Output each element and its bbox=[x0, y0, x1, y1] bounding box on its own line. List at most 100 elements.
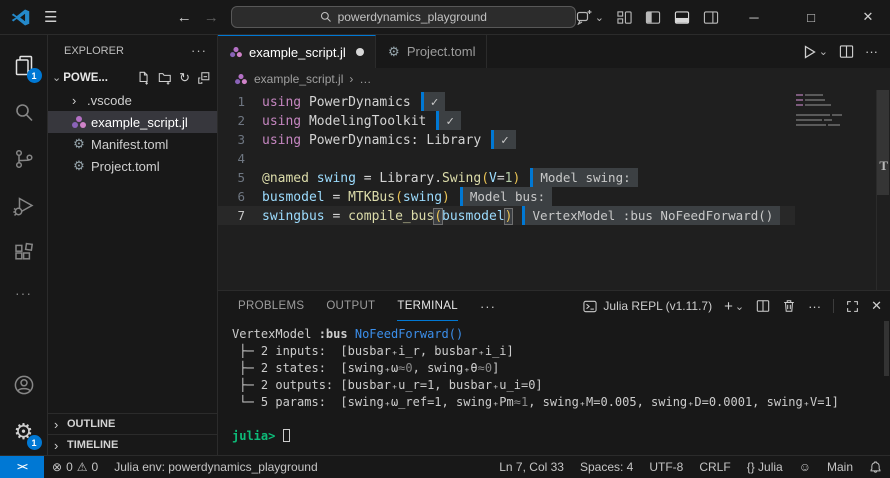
chevron-down-icon[interactable]: ⌄ bbox=[819, 45, 828, 58]
tab-label: example_script.jl bbox=[249, 45, 346, 60]
account-button[interactable] bbox=[0, 361, 48, 408]
code-token: busmodel bbox=[442, 209, 505, 224]
feedback-button[interactable]: ☺ bbox=[791, 460, 819, 474]
maximize-button[interactable]: □ bbox=[789, 0, 833, 34]
tab-problems[interactable]: PROBLEMS bbox=[238, 291, 304, 321]
workspace-name: POWE... bbox=[63, 72, 108, 84]
code-token: Library. bbox=[379, 171, 442, 186]
new-folder-button[interactable] bbox=[158, 71, 172, 85]
file-item-vscode[interactable]: › .vscode bbox=[48, 89, 217, 111]
new-terminal-button[interactable]: + ⌄ bbox=[724, 298, 744, 315]
toggle-secondary-sidebar-button[interactable] bbox=[703, 10, 719, 25]
account-icon bbox=[12, 373, 36, 397]
split-editor-button[interactable] bbox=[839, 44, 854, 59]
settings-button[interactable]: ⚙ 1 bbox=[0, 408, 48, 455]
activity-run-debug[interactable] bbox=[0, 182, 48, 229]
activity-search[interactable] bbox=[0, 88, 48, 135]
breadcrumb[interactable]: example_script.jl › … bbox=[218, 68, 890, 90]
julia-env-label: Julia env: powerdynamics_playground bbox=[114, 460, 317, 474]
terminal-scrollbar[interactable] bbox=[884, 321, 889, 376]
chevron-right-icon: › bbox=[54, 417, 64, 432]
toggle-primary-sidebar-button[interactable] bbox=[645, 10, 661, 25]
source-control-icon bbox=[12, 147, 36, 171]
workspace-section-header[interactable]: ⌄ POWE... ↻ bbox=[48, 66, 217, 89]
tab-example-script[interactable]: example_script.jl bbox=[218, 35, 376, 68]
editor-tabs: example_script.jl ⚙ Project.toml ⌄ bbox=[218, 35, 890, 68]
code-line[interactable]: 3using PowerDynamics: Library✓ bbox=[218, 130, 795, 149]
tab-terminal[interactable]: TERMINAL bbox=[397, 291, 458, 321]
file-label: Manifest.toml bbox=[91, 137, 168, 152]
activity-more[interactable]: ··· bbox=[0, 276, 48, 310]
close-panel-button[interactable]: ✕ bbox=[871, 298, 882, 314]
copilot-button[interactable]: ⌄ bbox=[576, 9, 604, 25]
scrollbar-thumb[interactable] bbox=[877, 90, 889, 195]
line-number: 7 bbox=[218, 206, 262, 225]
editor-scrollbar[interactable]: T bbox=[876, 90, 890, 290]
back-icon[interactable]: ← bbox=[177, 9, 192, 26]
chevron-right-icon: › bbox=[54, 438, 64, 453]
toggle-panel-button[interactable] bbox=[674, 10, 690, 25]
search-icon bbox=[12, 100, 36, 124]
outline-section[interactable]: › OUTLINE bbox=[48, 413, 217, 434]
encoding[interactable]: UTF-8 bbox=[641, 460, 691, 474]
eol[interactable]: CRLF bbox=[691, 460, 738, 474]
file-item-manifest[interactable]: ⚙ Manifest.toml bbox=[48, 133, 217, 155]
code-token: = bbox=[325, 190, 348, 205]
tab-output[interactable]: OUTPUT bbox=[326, 291, 375, 321]
run-file-button[interactable]: ⌄ bbox=[801, 44, 828, 60]
explorer-badge: 1 bbox=[27, 68, 42, 83]
maximize-panel-button[interactable] bbox=[846, 300, 859, 313]
customize-layout-button[interactable] bbox=[617, 10, 632, 25]
close-button[interactable]: ✕ bbox=[846, 0, 890, 34]
inline-result-badge: ✓ bbox=[491, 130, 516, 149]
terminal-line: ├─ 2 states: [swing₊ω≈0, swing₊θ≈0] bbox=[232, 360, 890, 377]
terminal-token: ├─ 2 outputs: [busbar₊u_r=1, busbar₊u_i=… bbox=[232, 378, 543, 392]
terminal-instance-select[interactable]: Julia REPL (v1.11.7) bbox=[583, 299, 712, 313]
indentation[interactable]: Spaces: 4 bbox=[572, 460, 641, 474]
terminal-panel: PROBLEMS OUTPUT TERMINAL ··· Julia REPL … bbox=[218, 290, 890, 455]
minimize-button[interactable]: ─ bbox=[732, 0, 776, 34]
code-line[interactable]: 5@named swing = Library.Swing(V=1)Model … bbox=[218, 168, 795, 187]
sidebar-more-icon[interactable]: ··· bbox=[191, 43, 207, 58]
terminal-token: ≈0 bbox=[478, 361, 492, 375]
menu-icon[interactable]: ☰ bbox=[44, 8, 57, 26]
terminal-token: ├─ 2 states: [swing₊ω bbox=[232, 361, 398, 375]
panel-more-icon[interactable]: ··· bbox=[808, 299, 821, 314]
code-editor[interactable]: 1using PowerDynamics✓2using ModelingTool… bbox=[218, 90, 890, 290]
breadcrumb-file[interactable]: example_script.jl bbox=[254, 72, 343, 86]
code-line[interactable]: 1using PowerDynamics✓ bbox=[218, 92, 795, 111]
code-line[interactable]: 2using ModelingToolkit✓ bbox=[218, 111, 795, 130]
language-mode[interactable]: {} Julia bbox=[739, 460, 791, 474]
panel-tabs-more-icon[interactable]: ··· bbox=[480, 299, 496, 314]
new-file-button[interactable] bbox=[137, 71, 151, 85]
breadcrumb-more[interactable]: … bbox=[359, 72, 371, 86]
command-center[interactable]: powerdynamics_playground bbox=[231, 6, 576, 28]
editor-more-icon[interactable]: ··· bbox=[865, 44, 878, 59]
julia-env-indicator[interactable]: Julia env: powerdynamics_playground bbox=[106, 456, 325, 478]
activity-source-control[interactable] bbox=[0, 135, 48, 182]
code-line[interactable]: 4 bbox=[218, 149, 795, 168]
notifications-button[interactable] bbox=[861, 461, 890, 474]
refresh-button[interactable]: ↻ bbox=[179, 70, 190, 86]
code-line[interactable]: 7swingbus = compile_bus(busmodel)VertexM… bbox=[218, 206, 795, 225]
collapse-all-button[interactable] bbox=[197, 71, 211, 85]
terminal-area[interactable]: VertexModel :bus NoFeedForward() ├─ 2 in… bbox=[218, 321, 890, 455]
julia-module-indicator[interactable]: Main bbox=[819, 460, 861, 474]
activity-explorer[interactable]: 1 bbox=[0, 41, 48, 88]
file-item-project[interactable]: ⚙ Project.toml bbox=[48, 155, 217, 177]
modified-dot-icon[interactable] bbox=[356, 48, 364, 56]
cursor-position[interactable]: Ln 7, Col 33 bbox=[491, 460, 572, 474]
timeline-section[interactable]: › TIMELINE bbox=[48, 434, 217, 455]
remote-indicator[interactable]: >< bbox=[0, 456, 44, 478]
tab-project-toml[interactable]: ⚙ Project.toml bbox=[376, 35, 488, 68]
kill-terminal-button[interactable] bbox=[782, 299, 796, 313]
code-token: = bbox=[356, 171, 379, 186]
minimap[interactable] bbox=[796, 94, 876, 129]
code-line[interactable]: 6busmodel = MTKBus(swing)Model bus: bbox=[218, 187, 795, 206]
code-lines: 1using PowerDynamics✓2using ModelingTool… bbox=[218, 92, 795, 225]
problems-indicator[interactable]: ⊗ 0 ⚠ 0 bbox=[44, 456, 106, 478]
split-terminal-button[interactable] bbox=[756, 299, 770, 313]
activity-extensions[interactable] bbox=[0, 229, 48, 276]
file-item-example-script[interactable]: example_script.jl bbox=[48, 111, 217, 133]
outline-label: OUTLINE bbox=[67, 418, 115, 430]
